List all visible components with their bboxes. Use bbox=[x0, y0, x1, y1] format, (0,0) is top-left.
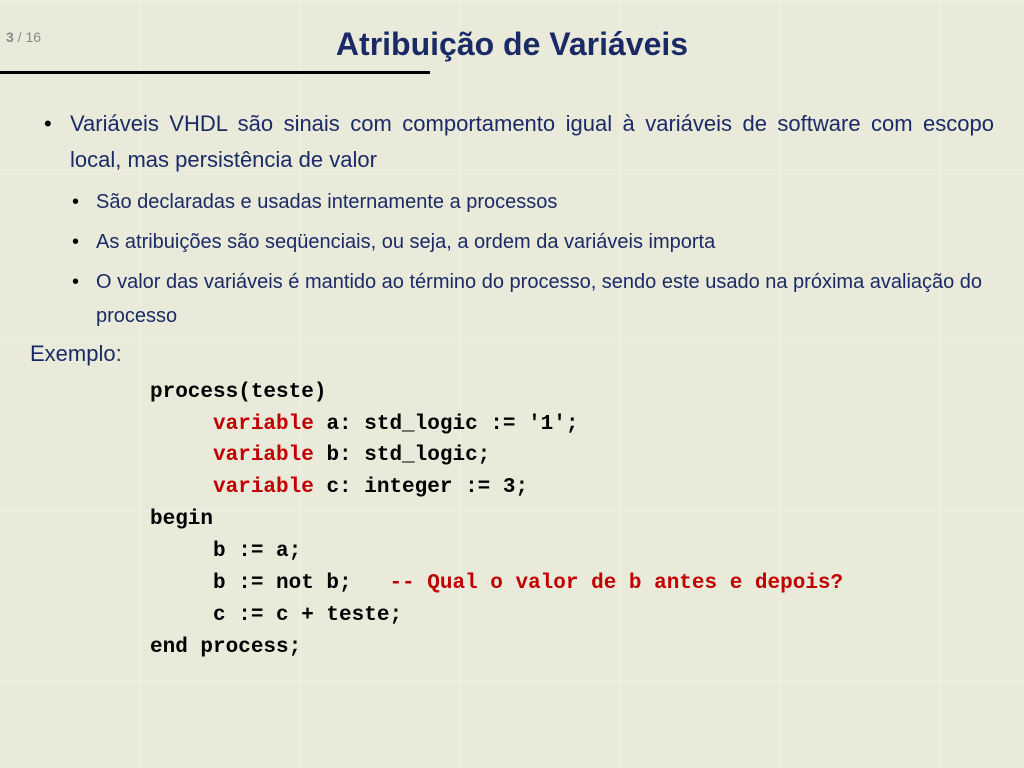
page-total: 16 bbox=[25, 29, 41, 45]
code-line-5: begin bbox=[150, 508, 213, 531]
bullet-main: Variáveis VHDL são sinais com comportame… bbox=[30, 106, 994, 179]
code-line-3: b: std_logic; bbox=[314, 444, 490, 467]
title-rule bbox=[0, 71, 430, 74]
code-line-8: c := c + teste; bbox=[150, 604, 402, 627]
keyword-variable-1: variable bbox=[213, 413, 314, 436]
sub-bullet-list: São declaradas e usadas internamente a p… bbox=[30, 185, 994, 333]
slide-title: Atribuição de Variáveis bbox=[0, 26, 1024, 63]
example-label: Exemplo: bbox=[30, 341, 994, 367]
sub-bullet-3: O valor das variáveis é mantido ao térmi… bbox=[30, 265, 994, 333]
page-indicator: 3 / 16 bbox=[6, 29, 41, 45]
page-current: 3 bbox=[6, 29, 14, 45]
code-comment: -- Qual o valor de b antes e depois? bbox=[389, 572, 843, 595]
sub-bullet-2: As atribuições são seqüenciais, ou seja,… bbox=[30, 225, 994, 259]
bullet-list: Variáveis VHDL são sinais com comportame… bbox=[30, 106, 994, 179]
code-line-7a: b := not b; bbox=[150, 572, 389, 595]
code-line-6: b := a; bbox=[150, 540, 301, 563]
code-line-4: c: integer := 3; bbox=[314, 476, 528, 499]
keyword-variable-2: variable bbox=[213, 444, 314, 467]
keyword-variable-3: variable bbox=[213, 476, 314, 499]
slide-content: Variáveis VHDL são sinais com comportame… bbox=[0, 106, 1024, 664]
code-line-2: a: std_logic := '1'; bbox=[314, 413, 579, 436]
page-sep: / bbox=[14, 29, 26, 45]
code-line-1: process(teste) bbox=[150, 381, 326, 404]
sub-bullet-1: São declaradas e usadas internamente a p… bbox=[30, 185, 994, 219]
code-block: process(teste) variable a: std_logic := … bbox=[30, 377, 994, 664]
code-line-9: end process; bbox=[150, 636, 301, 659]
